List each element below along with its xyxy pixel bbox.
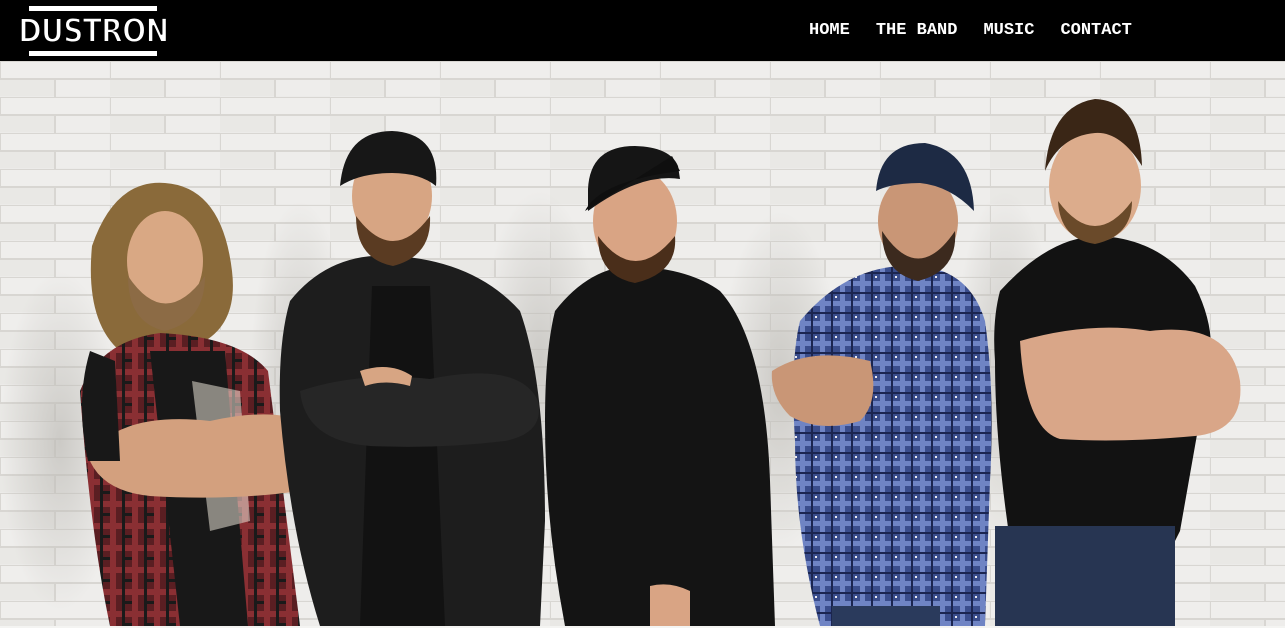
site-logo[interactable]: DUSTRON [14, 6, 172, 56]
site-header: DUSTRON HOME THE BAND MUSIC CONTACT [0, 0, 1285, 61]
nav-item-contact[interactable]: CONTACT [1060, 21, 1131, 41]
nav-item-the-band[interactable]: THE BAND [876, 21, 958, 41]
band-photo-illustration [0, 61, 1285, 626]
hero-band-photo [0, 61, 1285, 626]
nav-item-music[interactable]: MUSIC [983, 21, 1034, 41]
main-nav: HOME THE BAND MUSIC CONTACT [809, 21, 1132, 41]
logo-text: DUSTRON [14, 11, 172, 51]
nav-item-home[interactable]: HOME [809, 21, 850, 41]
